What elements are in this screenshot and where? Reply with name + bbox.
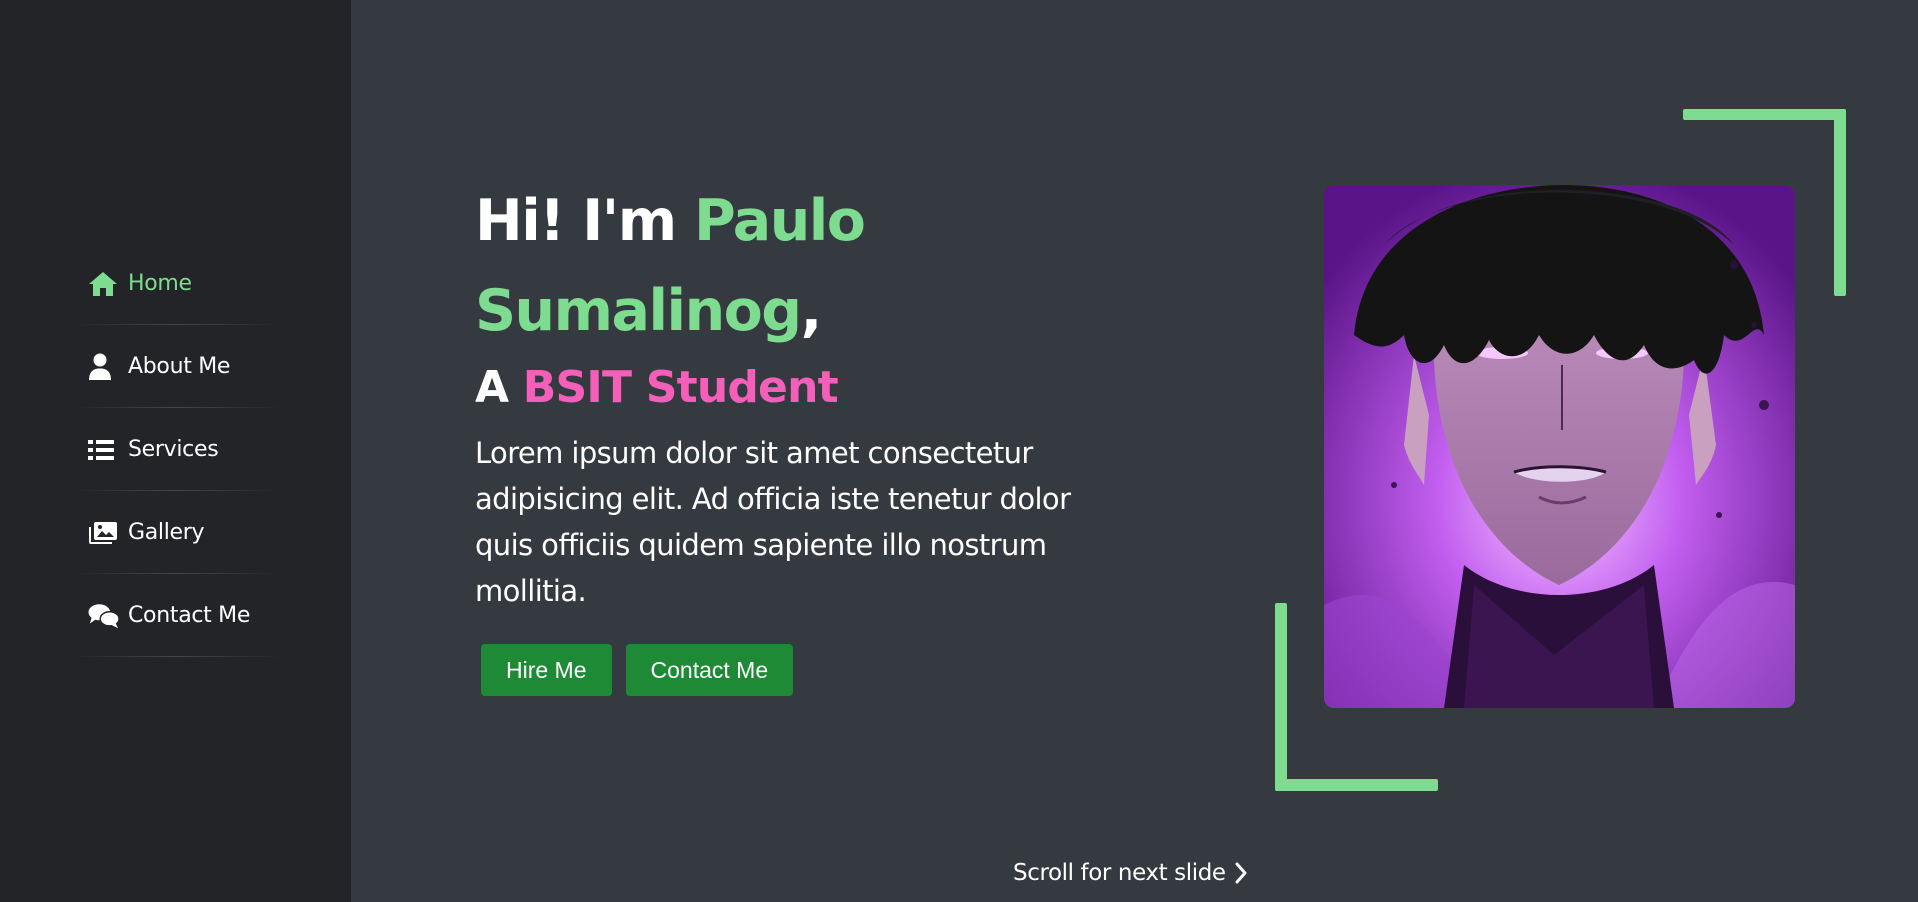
scroll-hint-label: Scroll for next slide [1013, 860, 1226, 886]
contact-me-button[interactable]: Contact Me [625, 644, 794, 696]
scroll-next-slide-link[interactable]: Scroll for next slide [1013, 860, 1248, 886]
user-icon [88, 352, 120, 382]
images-icon [88, 518, 120, 548]
sidebar-item-label: About Me [128, 354, 231, 379]
frame-corner-top-right-horizontal [1683, 109, 1846, 120]
sidebar-item-label: Home [128, 271, 192, 296]
sidebar-item-contact-me[interactable]: Contact Me [72, 574, 282, 657]
list-icon [88, 435, 120, 465]
frame-corner-top-right-vertical [1834, 109, 1846, 296]
sidebar: Home About Me Services Gallery Contact M… [0, 0, 351, 902]
hero-comma: , [800, 278, 823, 344]
hero-title: Hi! I'm Paulo Sumalinog, [475, 176, 1115, 356]
sidebar-item-label: Services [128, 437, 219, 462]
chevron-right-icon [1234, 862, 1248, 884]
portrait-illustration [1324, 185, 1795, 708]
hero-buttons: Hire Me Contact Me [481, 644, 1115, 696]
comments-icon [88, 601, 120, 631]
hero-role-prefix: A [475, 362, 523, 413]
hire-me-button[interactable]: Hire Me [481, 644, 612, 696]
sidebar-item-services[interactable]: Services [72, 408, 282, 491]
sidebar-item-gallery[interactable]: Gallery [72, 491, 282, 574]
sidebar-item-home[interactable]: Home [72, 242, 282, 325]
hero-role: A BSIT Student [475, 358, 1115, 418]
hero-section: Hi! I'm Paulo Sumalinog, A BSIT Student … [475, 176, 1115, 696]
sidebar-nav: Home About Me Services Gallery Contact M… [72, 242, 282, 657]
hero-role-text: BSIT Student [522, 362, 839, 413]
sidebar-item-label: Contact Me [128, 603, 251, 628]
hero-greeting: Hi! I'm [475, 188, 694, 254]
frame-corner-bottom-left-horizontal [1275, 779, 1438, 791]
hero-description: Lorem ipsum dolor sit amet consectetur a… [475, 436, 1071, 608]
sidebar-item-about-me[interactable]: About Me [72, 325, 282, 408]
sidebar-item-label: Gallery [128, 520, 205, 545]
frame-corner-bottom-left-vertical [1275, 603, 1287, 791]
home-icon [88, 269, 120, 299]
profile-portrait-image [1324, 185, 1795, 708]
